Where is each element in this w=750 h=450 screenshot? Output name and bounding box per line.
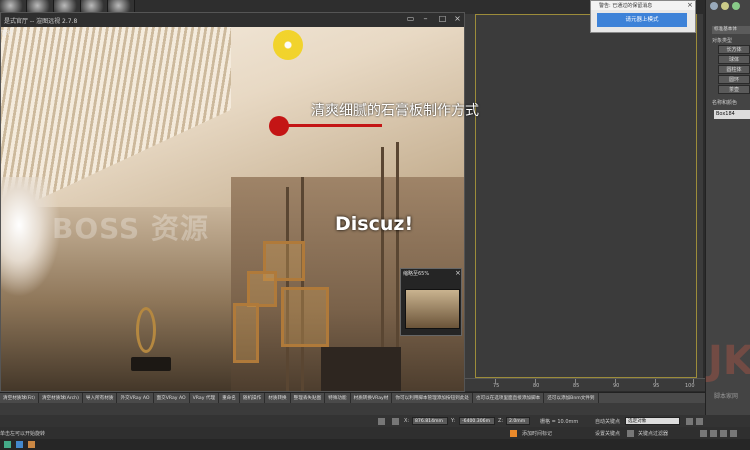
- lamp: [131, 357, 171, 371]
- wall-trim: [301, 177, 304, 391]
- start-icon[interactable]: [4, 441, 11, 448]
- x-label: X:: [404, 418, 410, 424]
- key-filter-button[interactable]: 关键点过滤器: [638, 430, 668, 437]
- active-viewport-border: [475, 14, 697, 378]
- cylinder-button[interactable]: 圆柱体: [718, 65, 750, 74]
- absolute-mode-icon[interactable]: [392, 418, 399, 425]
- render-frame-window[interactable]: 是式官厅 -- 渲图远视 2.7.8 ▭ – □ × 管行: [0, 12, 465, 392]
- selection-dropdown[interactable]: 选定对象: [625, 417, 680, 425]
- timeline-tick-label: 80: [533, 383, 540, 389]
- teapot-button[interactable]: 茶壶: [718, 85, 750, 94]
- thumbnail-preview-popup[interactable]: 缩略至65% ×: [400, 268, 462, 336]
- annotation-line: [285, 124, 382, 127]
- lock-icon[interactable]: [378, 418, 385, 425]
- x-coordinate-field[interactable]: 876.814mm: [412, 417, 448, 425]
- box-button[interactable]: 长方体: [718, 45, 750, 54]
- prompt-text: 单击左可以开始旋转: [0, 431, 46, 437]
- z-label: Z:: [498, 418, 504, 424]
- play-icon[interactable]: [696, 418, 703, 425]
- timeline-tick-label: 100: [685, 383, 695, 389]
- y-label: Y:: [451, 418, 456, 424]
- app-icon[interactable]: [16, 441, 23, 448]
- maximize-icon[interactable]: □: [438, 15, 447, 24]
- render-corner-label: 管行: [1, 30, 14, 37]
- orbit-icon[interactable]: [720, 430, 727, 437]
- mirror-frame: [247, 271, 277, 307]
- play-back-icon[interactable]: [686, 418, 693, 425]
- preview-image: [405, 289, 460, 329]
- z-coordinate-field[interactable]: 2.0mm: [506, 417, 530, 425]
- close-icon[interactable]: ×: [687, 1, 693, 9]
- watermark-logo-text: 脚本家网: [714, 393, 739, 400]
- dialog-action-button[interactable]: 请元器上模式: [597, 13, 687, 27]
- camera-icon[interactable]: [732, 2, 740, 10]
- timeline-ruler[interactable]: 75 80 85 90 95 100: [465, 378, 705, 391]
- timeline-tick-label: 75: [493, 383, 500, 389]
- minimize-icon[interactable]: –: [421, 15, 430, 24]
- object-name-field[interactable]: Box184: [714, 110, 750, 119]
- annotation-text: 清爽细腻的石膏板制作方式: [311, 103, 479, 119]
- grid-label: 栅格 = 10.0mm: [540, 419, 579, 425]
- maximize-viewport-icon[interactable]: [730, 430, 737, 437]
- mirror-frame: [281, 287, 329, 347]
- zoom-icon[interactable]: [700, 430, 707, 437]
- taskbar: [0, 439, 750, 450]
- app-icon[interactable]: [28, 441, 35, 448]
- sphere-icon[interactable]: [710, 2, 718, 10]
- dialog-title: 警告: 已通过的保留消息: [591, 1, 695, 10]
- restore-icon[interactable]: ▭: [406, 15, 415, 24]
- sofa: [321, 347, 401, 391]
- close-icon[interactable]: ×: [455, 269, 461, 277]
- mirror-frame: [233, 303, 259, 363]
- timeline-tick-label: 90: [613, 383, 620, 389]
- sphere-button[interactable]: 球体: [718, 55, 750, 64]
- watermark-boss: BOSS 资源: [52, 212, 209, 245]
- render-window-title: 是式官厅 -- 渲图远视 2.7.8: [1, 13, 464, 27]
- light-icon[interactable]: [721, 2, 729, 10]
- cursor-highlight: [273, 30, 303, 60]
- section-label: 对象类型: [712, 38, 733, 44]
- setkey-label: 设置关键点: [595, 431, 621, 437]
- key-filter-icon[interactable]: [627, 430, 634, 437]
- timeline-tick-label: 95: [653, 383, 660, 389]
- y-coordinate-field[interactable]: -6400.306m: [459, 417, 495, 425]
- pan-icon[interactable]: [710, 430, 717, 437]
- name-color-label: 名称和颜色: [712, 100, 738, 106]
- warning-dialog[interactable]: 警告: 已通过的保留消息 × 请元器上模式: [590, 0, 696, 33]
- watermark-discuz: Discuz!: [335, 213, 414, 235]
- status-row-coords: X: 876.814mm Y: -6400.306m Z: 2.0mm 栅格 =…: [0, 415, 750, 427]
- round-mirror: [136, 307, 156, 353]
- preview-title: 缩略至65%: [403, 271, 430, 277]
- primitive-type-dropdown[interactable]: 标准基本体: [712, 26, 750, 34]
- status-row-prompt: 单击左可以开始旋转 添加时间标记 设置关键点 关键点过滤器: [0, 427, 750, 439]
- add-time-tag-link[interactable]: 添加时间标记: [522, 430, 552, 437]
- close-icon[interactable]: ×: [453, 15, 462, 24]
- watermark-logo: JK: [708, 338, 750, 384]
- autokey-label: 自动关键点: [595, 419, 621, 425]
- status-row-timeline: [0, 403, 705, 415]
- key-mode-icon[interactable]: [510, 430, 517, 437]
- script-toolbar: 清空材质球(Fit) 清空材质球(Arch) 导入所有材质 外交VRay AO …: [0, 392, 705, 404]
- torus-button[interactable]: 圆环: [718, 75, 750, 84]
- timeline-tick-label: 85: [573, 383, 580, 389]
